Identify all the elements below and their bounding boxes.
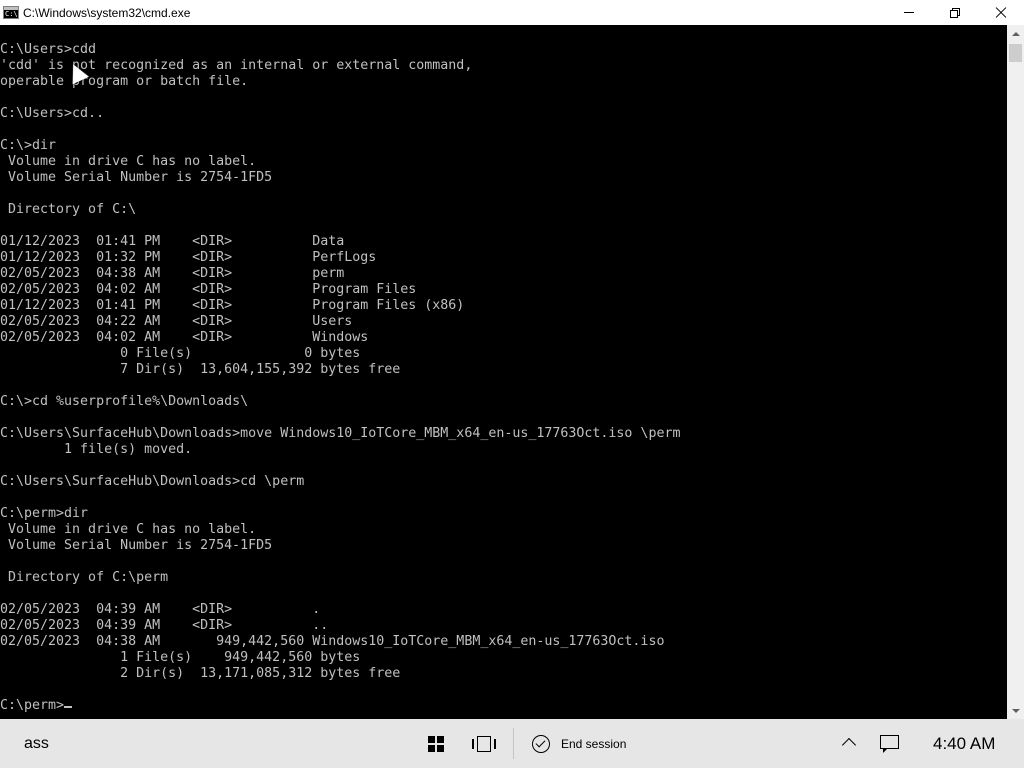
minimize-icon bbox=[904, 12, 914, 13]
scroll-up-button[interactable] bbox=[1007, 25, 1024, 42]
vertical-scrollbar[interactable] bbox=[1007, 25, 1024, 719]
cmd-icon-text: C:\ bbox=[5, 10, 18, 18]
scroll-down-button[interactable] bbox=[1007, 702, 1024, 719]
restore-icon bbox=[950, 7, 960, 18]
close-button[interactable] bbox=[978, 0, 1024, 25]
title-bar[interactable]: C:\ C:\Windows\system32\cmd.exe bbox=[0, 0, 1024, 25]
console-output[interactable]: C:\Users>cdd 'cdd' is not recognized as … bbox=[0, 25, 1007, 719]
action-center-icon[interactable] bbox=[880, 735, 899, 753]
windows-start-icon[interactable] bbox=[428, 736, 444, 752]
arrow-down-icon bbox=[1011, 708, 1020, 713]
console-text: C:\Users>cdd 'cdd' is not recognized as … bbox=[0, 42, 681, 713]
close-icon bbox=[995, 7, 1007, 19]
task-view-icon[interactable] bbox=[471, 736, 497, 752]
text-caret bbox=[64, 706, 72, 708]
user-label: ass bbox=[24, 735, 49, 752]
clock[interactable]: 4:40 AM bbox=[933, 734, 995, 754]
window-title: C:\Windows\system32\cmd.exe bbox=[23, 6, 191, 20]
restore-button[interactable] bbox=[932, 0, 978, 25]
scroll-thumb[interactable] bbox=[1009, 44, 1022, 62]
arrow-up-icon bbox=[1011, 31, 1020, 36]
chevron-up-icon[interactable] bbox=[841, 737, 857, 753]
end-session-button[interactable]: End session bbox=[561, 737, 626, 751]
taskbar: ass End session 4:40 AM bbox=[0, 719, 1024, 768]
end-session-icon[interactable] bbox=[532, 735, 550, 753]
minimize-button[interactable] bbox=[886, 0, 932, 25]
taskbar-divider bbox=[513, 728, 514, 759]
cmd-icon[interactable]: C:\ bbox=[3, 6, 19, 19]
